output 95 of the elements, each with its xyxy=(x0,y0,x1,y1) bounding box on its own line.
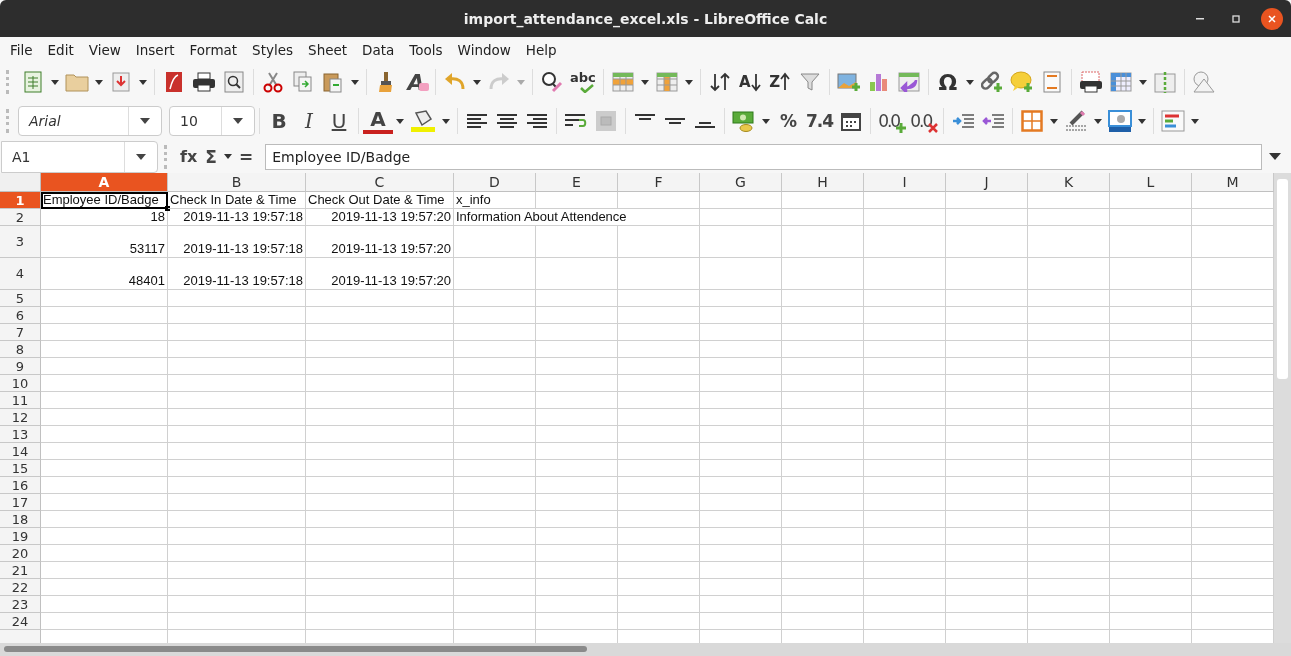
cell-text: 48401 xyxy=(128,273,165,288)
menu-item[interactable]: Data xyxy=(354,39,403,60)
vertical-scrollbar[interactable] xyxy=(1274,173,1291,643)
font-size-field[interactable]: 10 xyxy=(169,106,255,136)
maximize-icon xyxy=(1231,14,1241,24)
cell-text: 2019-11-13 19:57:20 xyxy=(331,273,451,288)
row-header[interactable]: 23 xyxy=(0,596,41,613)
bold-button[interactable]: B xyxy=(264,105,294,137)
row-header[interactable]: 4 xyxy=(0,258,41,290)
cell-text: 53117 xyxy=(129,241,165,256)
row-header[interactable]: 3 xyxy=(0,226,41,258)
column-header[interactable]: D xyxy=(454,173,536,192)
menu-item[interactable]: Styles xyxy=(244,39,302,60)
font-color-button[interactable]: A xyxy=(363,108,393,134)
cell-text: 2019-11-13 19:57:20 xyxy=(331,241,451,256)
formula-input-field[interactable]: Employee ID/Badge xyxy=(265,143,1262,170)
cell-text: 2019-11-13 19:57:20 xyxy=(331,209,451,224)
menu-item[interactable]: Format xyxy=(181,39,246,60)
menu-item[interactable]: Tools xyxy=(401,39,451,60)
row-header[interactable]: 1 xyxy=(0,192,41,209)
row-header[interactable]: 16 xyxy=(0,477,41,494)
row-header[interactable]: 5 xyxy=(0,290,41,307)
row-header[interactable]: 24 xyxy=(0,613,41,630)
column-header[interactable]: J xyxy=(946,173,1028,192)
menu-item[interactable]: Edit xyxy=(39,39,82,60)
row-header[interactable]: 11 xyxy=(0,392,41,409)
cell-text: Information About Attendence xyxy=(456,209,627,224)
row-header[interactable]: 17 xyxy=(0,494,41,511)
column-header[interactable]: B xyxy=(168,173,306,192)
cell-text: Check Out Date & Time xyxy=(308,192,445,207)
cell-text: x_info xyxy=(456,192,491,207)
column-header[interactable]: M xyxy=(1192,173,1274,192)
menu-item[interactable]: Insert xyxy=(127,39,183,60)
row-header[interactable]: 15 xyxy=(0,460,41,477)
row-header[interactable]: 6 xyxy=(0,307,41,324)
check-icon xyxy=(579,84,594,93)
row-header[interactable]: 8 xyxy=(0,341,41,358)
row-header[interactable]: 18 xyxy=(0,511,41,528)
column-header[interactable]: L xyxy=(1110,173,1192,192)
arrow-up-icon xyxy=(780,72,791,92)
formula-button[interactable]: = xyxy=(234,142,258,171)
spelling-button[interactable]: abc xyxy=(567,66,599,98)
close-button[interactable] xyxy=(1261,8,1283,30)
row-header[interactable]: 20 xyxy=(0,545,41,562)
function-wizard-button[interactable]: fx xyxy=(176,142,202,171)
row-header[interactable]: 10 xyxy=(0,375,41,392)
row-header[interactable]: 14 xyxy=(0,443,41,460)
arrow-down-icon xyxy=(750,72,761,92)
row-header[interactable]: 12 xyxy=(0,409,41,426)
font-name-field[interactable]: Arial xyxy=(18,106,162,136)
italic-button[interactable]: I xyxy=(294,105,324,137)
underline-button[interactable]: U xyxy=(324,105,354,137)
menu-item[interactable]: View xyxy=(80,39,129,60)
window-title: import_attendance_excel.xls - LibreOffice Calc xyxy=(463,10,828,27)
cell-text: 2019-11-13 19:57:18 xyxy=(183,241,303,256)
column-header[interactable]: H xyxy=(782,173,864,192)
percent-button[interactable]: % xyxy=(773,105,803,137)
row-header[interactable]: 2 xyxy=(0,209,41,226)
add-decimal-button[interactable]: 0.0 xyxy=(875,105,908,137)
delete-decimal-button[interactable]: 0.0 xyxy=(907,105,940,137)
column-header[interactable]: F xyxy=(618,173,700,192)
column-header[interactable]: C xyxy=(306,173,454,192)
cell-text: 2019-11-13 19:57:18 xyxy=(183,209,303,224)
column-header[interactable]: I xyxy=(864,173,946,192)
row-header[interactable]: 22 xyxy=(0,579,41,596)
menu-item[interactable]: Window xyxy=(449,39,519,60)
special-character-button[interactable]: Ω xyxy=(932,66,963,98)
cell-text: Check In Date & Time xyxy=(170,192,297,207)
row-header[interactable]: 21 xyxy=(0,562,41,579)
minimize-icon xyxy=(1196,18,1204,20)
row-header[interactable]: 13 xyxy=(0,426,41,443)
cell-text: 2019-11-13 19:57:18 xyxy=(183,273,303,288)
column-header[interactable]: A xyxy=(41,173,168,192)
column-header[interactable]: E xyxy=(536,173,618,192)
column-header[interactable]: K xyxy=(1028,173,1110,192)
caret-icon[interactable] xyxy=(233,118,243,124)
menu-item[interactable]: Help xyxy=(517,39,565,60)
menu-item[interactable]: File xyxy=(2,39,41,60)
horizontal-scrollbar[interactable] xyxy=(0,643,1291,656)
cell-text: 18 xyxy=(150,209,165,224)
row-header[interactable]: 19 xyxy=(0,528,41,545)
row-header[interactable]: 9 xyxy=(0,358,41,375)
sort-descending-button[interactable]: Z xyxy=(764,66,795,98)
sort-ascending-button[interactable]: A xyxy=(734,66,765,98)
cell-text: Employee ID/Badge xyxy=(43,192,159,207)
column-header[interactable]: G xyxy=(700,173,782,192)
row-header[interactable]: 7 xyxy=(0,324,41,341)
close-icon xyxy=(1267,14,1277,24)
fill-handle[interactable] xyxy=(165,206,170,211)
caret-icon[interactable] xyxy=(140,118,150,124)
sum-button[interactable]: Σ xyxy=(201,142,221,171)
name-box[interactable]: A1 xyxy=(1,140,158,173)
caret-icon[interactable] xyxy=(136,153,146,160)
menu-item[interactable]: Sheet xyxy=(300,39,356,60)
number-format-button[interactable]: 7.4 xyxy=(803,105,837,137)
